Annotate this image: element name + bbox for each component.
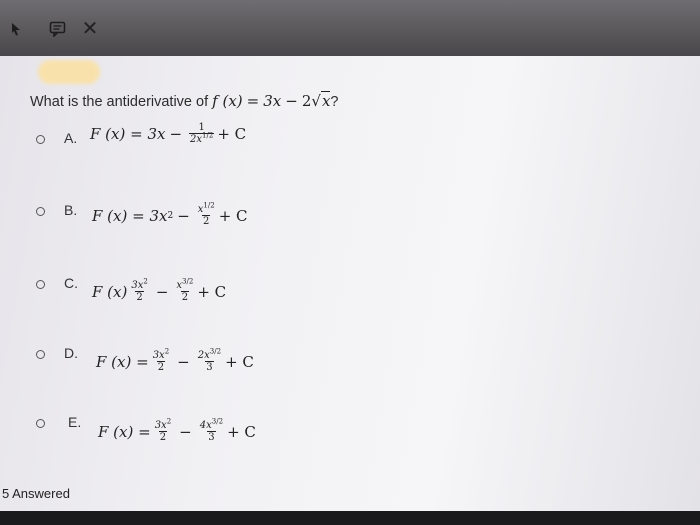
cursor-arrow-icon[interactable] bbox=[6, 19, 26, 39]
option-b-formula[interactable]: F (x) = 3x 2 − x1/2 2 + C bbox=[92, 202, 248, 227]
option-e-radio[interactable] bbox=[36, 419, 45, 428]
highlight-mark bbox=[38, 60, 100, 84]
option-d-letter: D. bbox=[64, 345, 78, 361]
answered-count: 5 Answered bbox=[2, 486, 70, 501]
question-prefix: What is the antiderivative of bbox=[30, 94, 213, 110]
bottom-bar bbox=[0, 511, 700, 525]
question-text: What is the antiderivative of f (x) = 3x −2… bbox=[30, 91, 339, 110]
note-icon[interactable] bbox=[48, 19, 68, 39]
option-c-letter: C. bbox=[64, 275, 78, 291]
question-formula: f (x) = 3x −2√x bbox=[212, 91, 331, 110]
option-c-formula[interactable]: F (x) 3x2 2 − x3/2 2 + C bbox=[92, 278, 226, 303]
option-a-formula[interactable]: F (x) = 3x − 1 2x1/2 + C bbox=[90, 122, 246, 145]
option-b-radio[interactable] bbox=[36, 207, 45, 216]
close-icon[interactable]: ✕ bbox=[80, 19, 100, 39]
option-d-radio[interactable] bbox=[36, 350, 45, 359]
option-d-formula[interactable]: F (x) = 3x2 2 − 2x3/2 3 + C bbox=[96, 348, 254, 373]
option-a-letter: A. bbox=[64, 130, 78, 146]
option-c-radio[interactable] bbox=[36, 280, 45, 289]
option-e-letter: E. bbox=[68, 414, 82, 430]
question-suffix: ? bbox=[330, 94, 339, 110]
option-a-radio[interactable] bbox=[36, 135, 45, 144]
option-b-letter: B. bbox=[64, 202, 78, 218]
top-toolbar: ✕ bbox=[0, 0, 700, 56]
option-e-formula[interactable]: F (x) = 3x2 2 − 4x3/2 3 + C bbox=[98, 418, 256, 443]
